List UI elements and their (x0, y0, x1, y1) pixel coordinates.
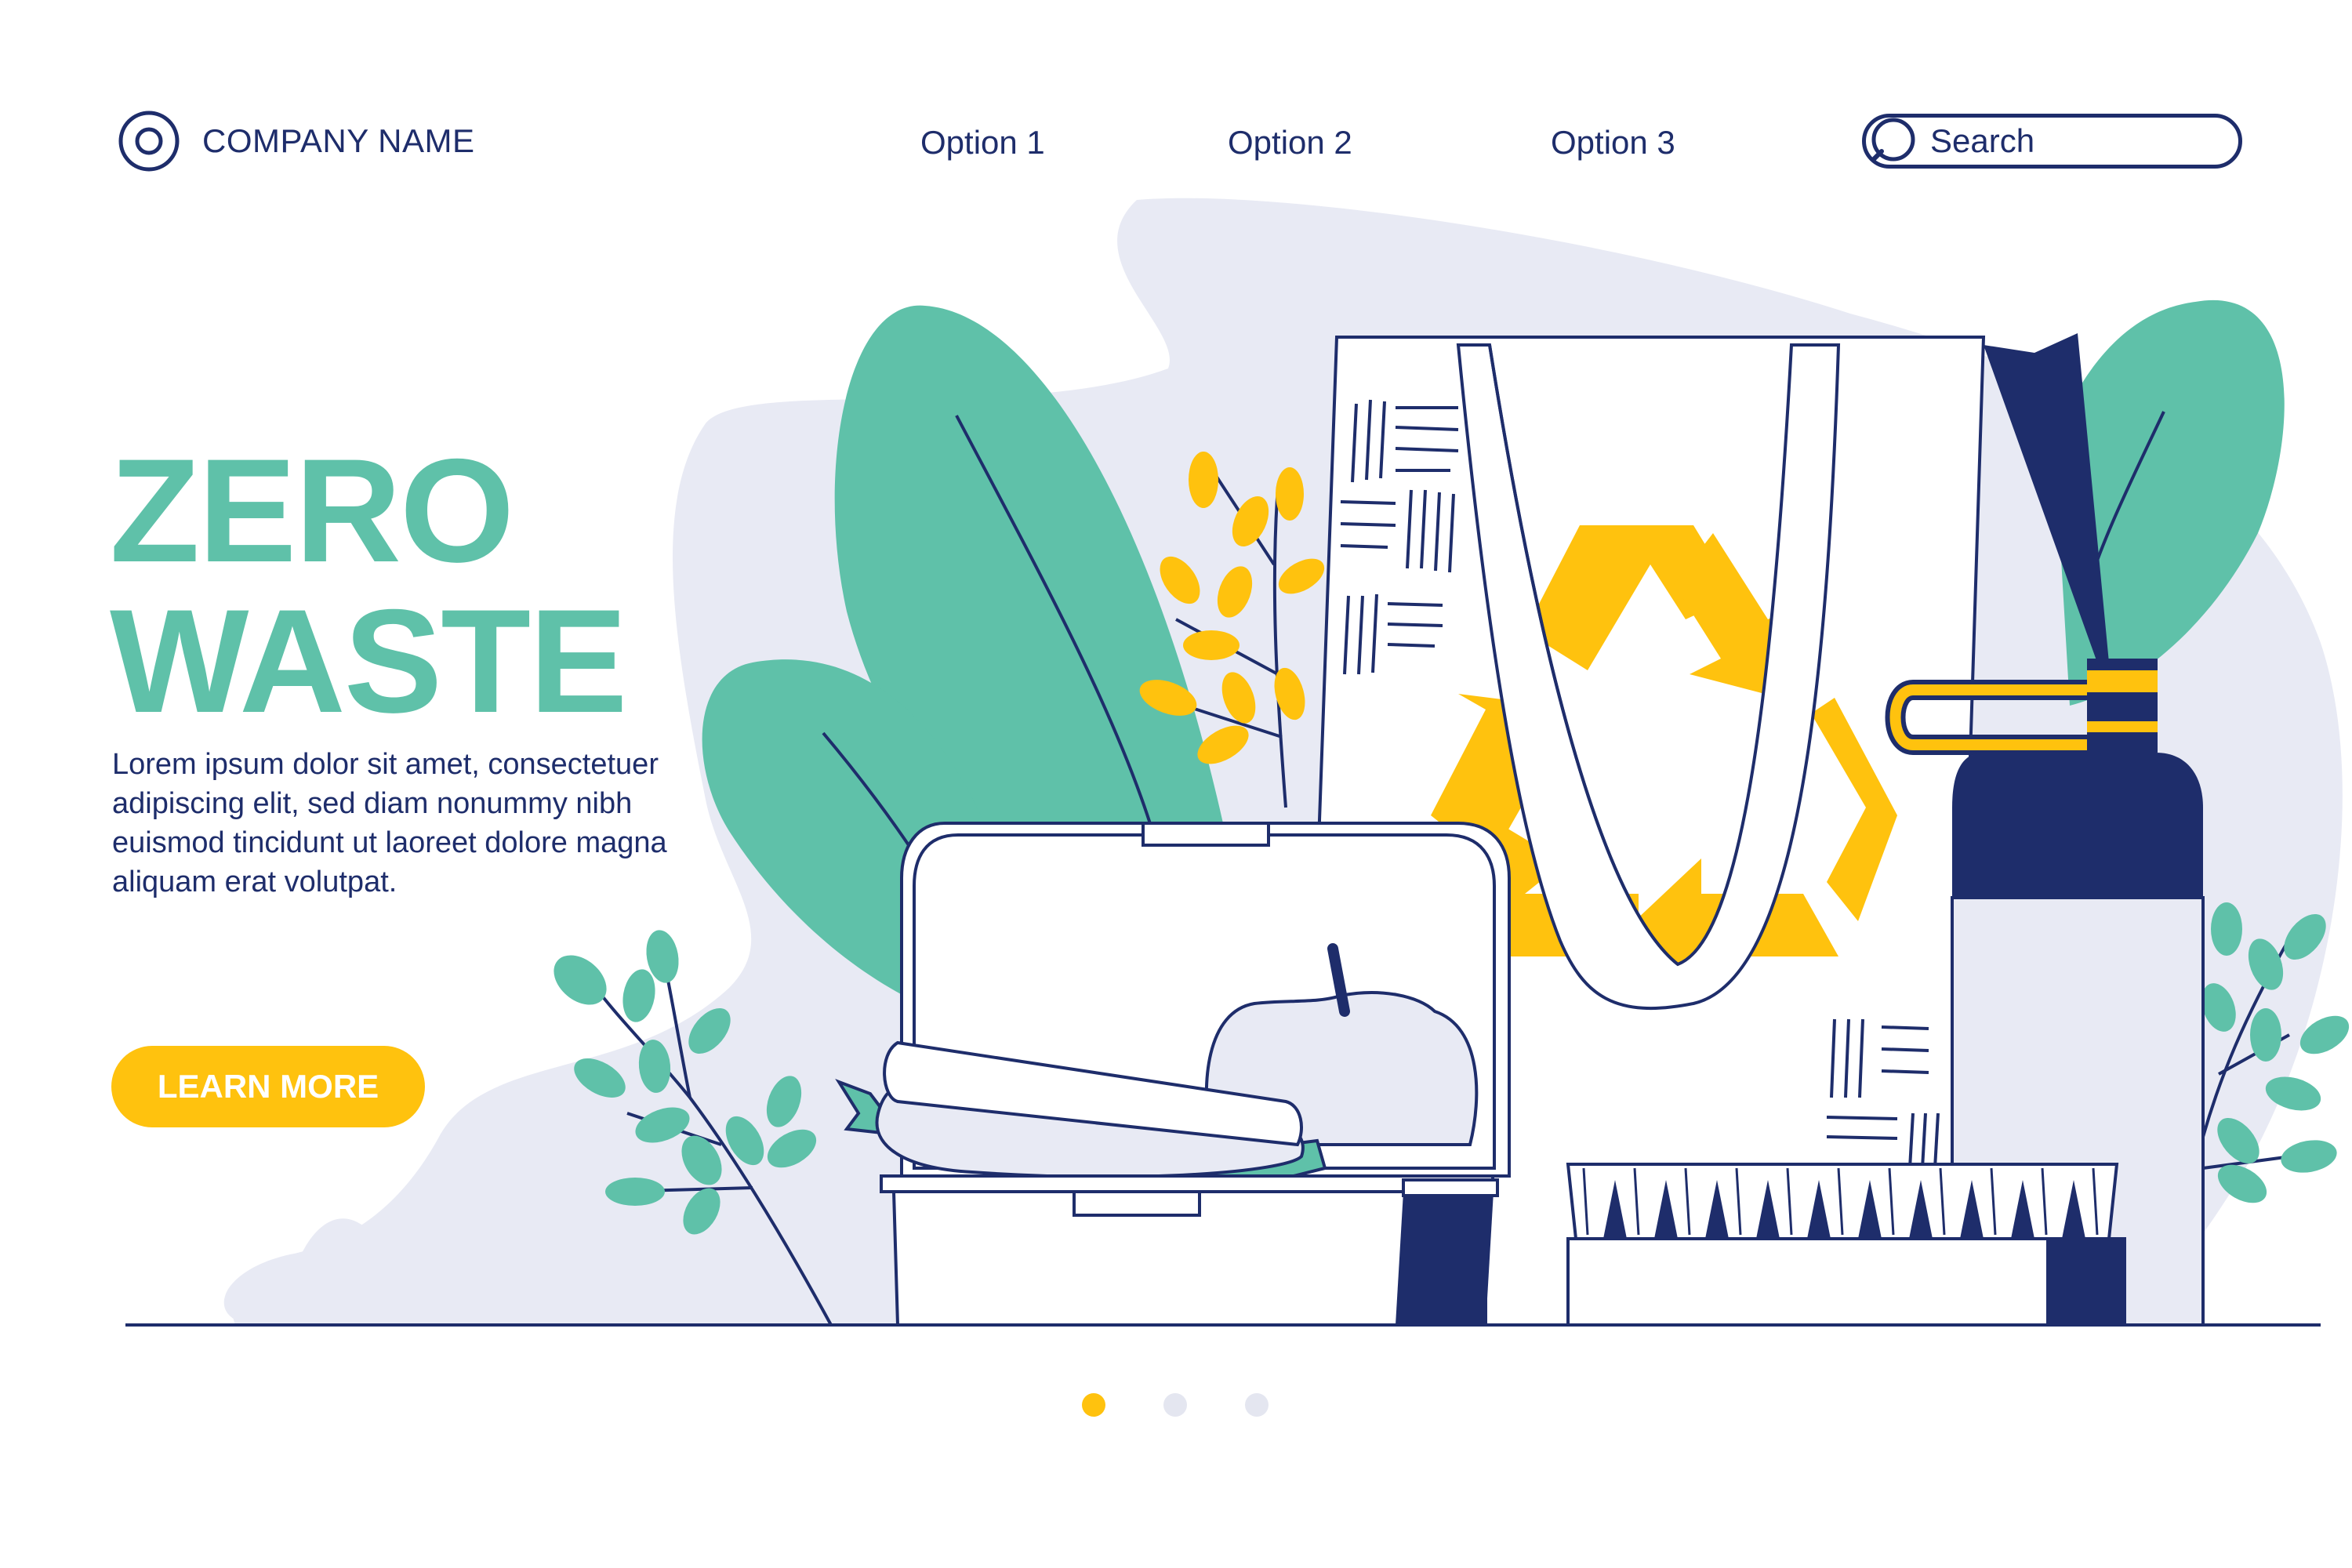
scrub-brush (1566, 1163, 2126, 1327)
search-icon (1871, 118, 1915, 162)
carousel-dot-3[interactable] (1245, 1393, 1269, 1417)
search-input[interactable]: Search (1862, 114, 2242, 169)
hero-title: ZERO WASTE (110, 428, 627, 743)
hero-title-line-1: ZERO (110, 428, 514, 593)
company-name: COMPANY NAME (202, 122, 475, 159)
hero-description: Lorem ipsum dolor sit amet, consectetuer… (112, 748, 667, 898)
logo-ring-icon (118, 111, 180, 172)
nav-option-1[interactable]: Option 1 (920, 124, 1045, 162)
carousel-indicators (1082, 1393, 1327, 1417)
learn-more-button[interactable]: LEARN MORE (111, 1046, 425, 1127)
nav-option-2[interactable]: Option 2 (1228, 124, 1352, 162)
carousel-dot-2[interactable] (1163, 1393, 1187, 1417)
site-header: COMPANY NAME Option 1 Option 2 Option 3 … (0, 0, 2352, 290)
lunch-box (835, 822, 1511, 1327)
search-label: Search (1930, 122, 2035, 159)
nav-option-3[interactable]: Option 3 (1551, 124, 1675, 162)
logo[interactable]: COMPANY NAME (118, 110, 475, 172)
hero-title-line-2: WASTE (110, 579, 627, 743)
carousel-dot-1[interactable] (1082, 1393, 1105, 1417)
landing-page: COMPANY NAME Option 1 Option 2 Option 3 … (0, 0, 2352, 1568)
